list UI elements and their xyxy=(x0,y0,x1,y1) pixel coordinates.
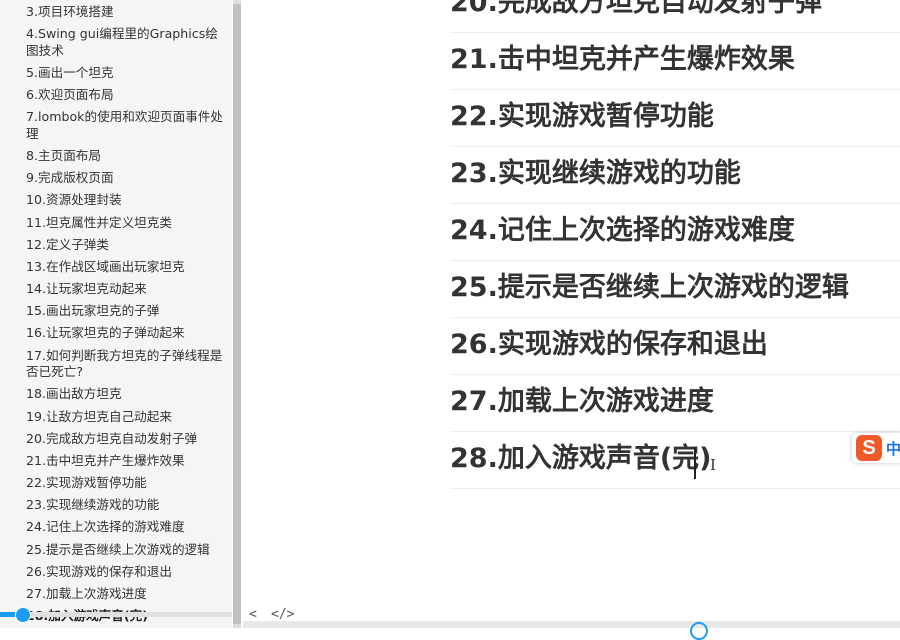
heading-text: 26.实现游戏的保存和退出 xyxy=(450,329,768,360)
outline-item[interactable]: 12.定义子弹类 xyxy=(0,237,232,254)
outline-item[interactable]: 11.坦克属性并定义坦克类 xyxy=(0,215,232,232)
outline-item[interactable]: 5.画出一个坦克 xyxy=(0,65,232,82)
heading-text: 27.加载上次游戏进度 xyxy=(450,386,714,417)
editor-bottom-bar: < </> xyxy=(243,603,900,628)
outline-item[interactable]: 21.击中坦克并产生爆炸效果 xyxy=(0,453,232,470)
chevron-left-icon[interactable]: < xyxy=(249,607,257,622)
heading-text: 21.击中坦克并产生爆炸效果 xyxy=(450,44,795,75)
outline-item[interactable]: 3.项目环境搭建 xyxy=(0,4,232,21)
outline-item[interactable]: 24.记住上次选择的游戏难度 xyxy=(0,519,232,536)
heading[interactable]: 25.提示是否继续上次游戏的逻辑 xyxy=(450,260,900,318)
heading-text: 22.实现游戏暂停功能 xyxy=(450,101,714,132)
outline-item[interactable]: 14.让玩家坦克动起来 xyxy=(0,281,232,298)
scrollbar-thumb[interactable] xyxy=(233,4,241,624)
text-caret xyxy=(694,447,696,479)
outline-item[interactable]: 13.在作战区域画出玩家坦克 xyxy=(0,259,232,276)
heading-text: 28.加入游戏声音(完) xyxy=(450,443,712,474)
editor-main[interactable]: 20.完成敌方坦克自动发射子弹 21.击中坦克并产生爆炸效果 22.实现游戏暂停… xyxy=(243,0,900,628)
heading[interactable]: 28.加入游戏声音(完) xyxy=(450,431,900,489)
heading[interactable]: 20.完成敌方坦克自动发射子弹 xyxy=(450,0,900,33)
heading[interactable]: 24.记住上次选择的游戏难度 xyxy=(450,203,900,261)
outline-item[interactable]: 4.Swing gui编程里的Graphics绘图技术 xyxy=(0,26,232,59)
circle-indicator-icon xyxy=(690,622,708,640)
outline-item[interactable]: 15.画出玩家坦克的子弹 xyxy=(0,303,232,320)
ibeam-cursor-icon: I xyxy=(710,456,716,474)
heading[interactable]: 27.加载上次游戏进度 xyxy=(450,374,900,432)
outline-item[interactable]: 27.加载上次游戏进度 xyxy=(0,586,232,603)
sogou-logo-icon: S xyxy=(856,435,882,461)
heading[interactable]: 23.实现继续游戏的功能 xyxy=(450,146,900,204)
outline-item[interactable]: 17.如何判断我方坦克的子弹线程是否已死亡? xyxy=(0,348,232,381)
outline-item[interactable]: 9.完成版权页面 xyxy=(0,170,232,187)
code-icon[interactable]: </> xyxy=(271,607,294,622)
heading-text: 24.记住上次选择的游戏难度 xyxy=(450,215,795,246)
outline-item[interactable]: 16.让玩家坦克的子弹动起来 xyxy=(0,325,232,342)
outline-sidebar: 3.项目环境搭建 4.Swing gui编程里的Graphics绘图技术 5.画… xyxy=(0,0,232,628)
outline-item[interactable]: 18.画出敌方坦克 xyxy=(0,386,232,403)
outline-item[interactable]: 25.提示是否继续上次游戏的逻辑 xyxy=(0,542,232,559)
heading[interactable]: 22.实现游戏暂停功能 xyxy=(450,89,900,147)
heading[interactable]: 26.实现游戏的保存和退出 xyxy=(450,317,900,375)
ime-language-indicator: 中 xyxy=(886,440,900,458)
outline-item[interactable]: 23.实现继续游戏的功能 xyxy=(0,497,232,514)
bottom-strip xyxy=(243,621,900,628)
outline-item[interactable]: 22.实现游戏暂停功能 xyxy=(0,475,232,492)
heading-text: 23.实现继续游戏的功能 xyxy=(450,158,741,189)
outline-item[interactable]: 6.欢迎页面布局 xyxy=(0,87,232,104)
outline-item[interactable]: 26.实现游戏的保存和退出 xyxy=(0,564,232,581)
outline-item[interactable]: 20.完成敌方坦克自动发射子弹 xyxy=(0,431,232,448)
heading-text: 25.提示是否继续上次游戏的逻辑 xyxy=(450,272,849,303)
outline-item[interactable]: 10.资源处理封装 xyxy=(0,192,232,209)
heading[interactable]: 21.击中坦克并产生爆炸效果 xyxy=(450,32,900,90)
outline-list: 3.项目环境搭建 4.Swing gui编程里的Graphics绘图技术 5.画… xyxy=(0,4,232,625)
outline-item[interactable]: 8.主页面布局 xyxy=(0,148,232,165)
ime-status-badge[interactable]: S 中 xyxy=(852,433,900,463)
reading-progress-track[interactable] xyxy=(0,612,232,617)
sidebar-scrollbar[interactable] xyxy=(233,0,241,628)
heading-text: 20.完成敌方坦克自动发射子弹 xyxy=(450,0,822,18)
outline-item[interactable]: 7.lombok的使用和欢迎页面事件处理 xyxy=(0,109,232,142)
outline-item[interactable]: 19.让敌方坦克自己动起来 xyxy=(0,409,232,426)
